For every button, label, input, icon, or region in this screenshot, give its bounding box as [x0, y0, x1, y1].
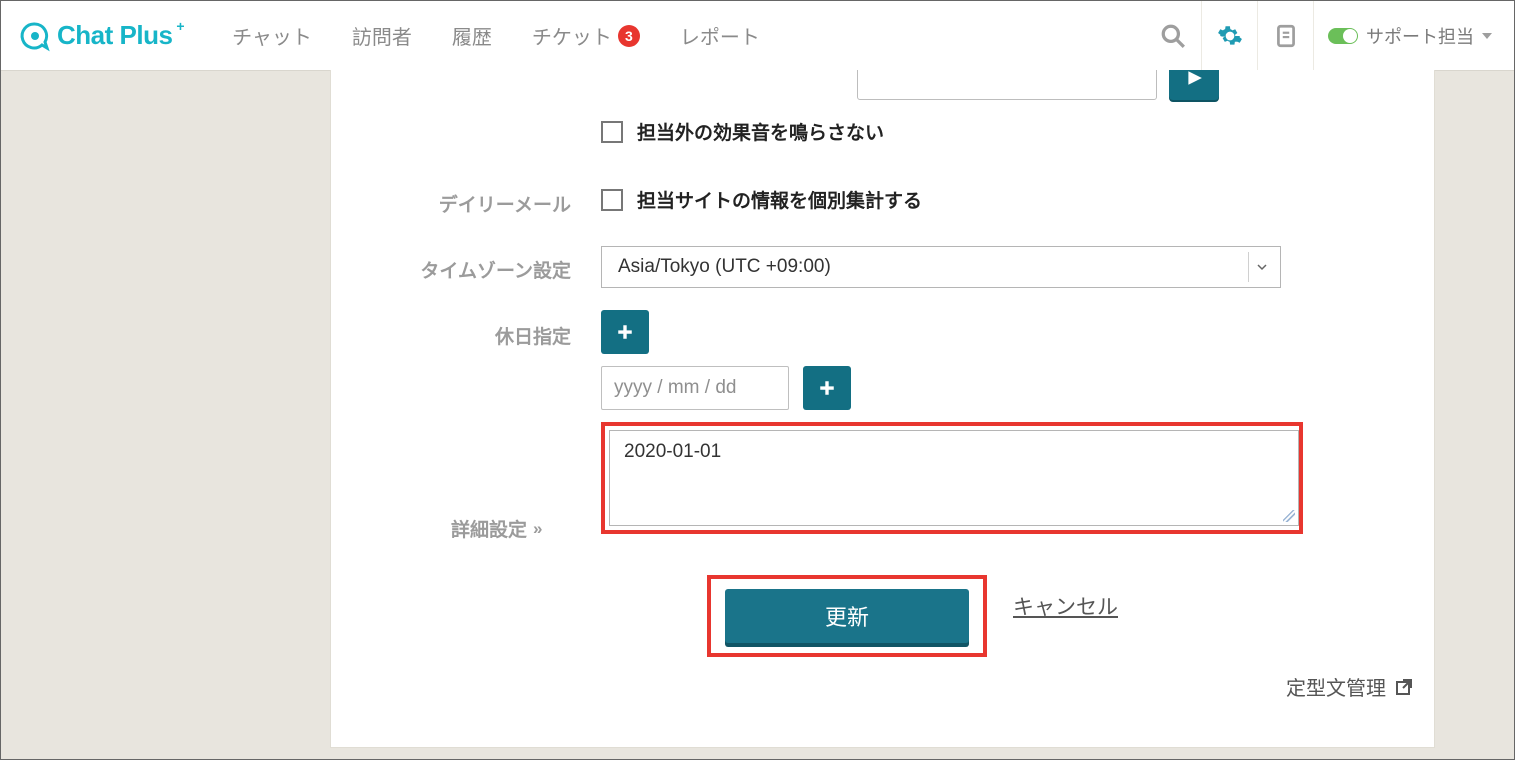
advanced-settings-row: 詳細設定 » — [331, 515, 540, 542]
cancel-link[interactable]: キャンセル — [1013, 575, 1118, 621]
support-role-label: サポート担当 — [1366, 23, 1474, 49]
ticket-count-badge: 3 — [618, 25, 640, 47]
advanced-settings-toggle[interactable]: 詳細設定 » — [331, 515, 540, 542]
partial-play-button[interactable] — [1169, 70, 1219, 100]
search-button[interactable] — [1145, 1, 1201, 71]
daily-mail-label: デイリーメール — [331, 186, 601, 217]
settings-panel: 担当外の効果音を鳴らさない デイリーメール 担当サイトの情報を個別集計する タイ… — [330, 70, 1435, 748]
select-arrow-icon — [1248, 252, 1274, 282]
template-management-label: 定型文管理 — [1286, 672, 1386, 701]
app-header: Chat Plus+ チャット 訪問者 履歴 チケット 3 レポート サポート担… — [1, 1, 1514, 71]
submit-button-highlight: 更新 — [707, 575, 987, 657]
nav-visitors[interactable]: 訪問者 — [334, 11, 430, 60]
nav-history[interactable]: 履歴 — [434, 11, 510, 60]
caret-down-icon — [1482, 33, 1492, 39]
daily-mail-checkbox[interactable] — [601, 189, 623, 211]
nav-report[interactable]: レポート — [662, 11, 778, 60]
sound-checkbox-label: 担当外の効果音を鳴らさない — [637, 118, 884, 145]
timezone-value: Asia/Tokyo (UTC +09:00) — [618, 256, 831, 278]
holiday-list-textarea[interactable]: 2020-01-01 — [609, 430, 1299, 526]
daily-mail-row: デイリーメール 担当サイトの情報を個別集計する — [331, 186, 1434, 217]
logo-text: Chat Plus — [57, 20, 172, 51]
holiday-row: 休日指定 yyyy / mm / dd 2020-01-01 — [331, 310, 1434, 534]
form-buttons-row: 更新 キャンセル — [331, 575, 1434, 657]
gear-icon — [1217, 23, 1243, 49]
holiday-add-date-button[interactable] — [803, 366, 851, 410]
holiday-date-input[interactable]: yyyy / mm / dd — [601, 366, 789, 410]
template-management-link[interactable]: 定型文管理 — [1286, 672, 1414, 701]
chevron-double-right-icon: » — [533, 519, 540, 539]
footer-link-row: 定型文管理 — [1286, 672, 1414, 701]
logo-plus-icon: + — [176, 18, 184, 34]
chat-bubble-icon — [19, 20, 51, 52]
search-icon — [1160, 23, 1186, 49]
sound-checkbox[interactable] — [601, 121, 623, 143]
timezone-row: タイムゾーン設定 Asia/Tokyo (UTC +09:00) — [331, 246, 1434, 288]
play-icon — [1185, 70, 1203, 87]
status-toggle-icon — [1328, 28, 1358, 44]
partial-top-row — [331, 70, 1434, 100]
holiday-textarea-highlight: 2020-01-01 — [601, 422, 1303, 534]
plus-icon — [616, 323, 634, 341]
sound-row: 担当外の効果音を鳴らさない — [331, 118, 1434, 145]
nav-ticket-label: チケット — [532, 21, 612, 50]
nav-chat[interactable]: チャット — [214, 11, 330, 60]
header-action-icons: サポート担当 — [1145, 1, 1506, 71]
holiday-label: 休日指定 — [331, 310, 601, 349]
submit-button[interactable]: 更新 — [725, 589, 969, 643]
app-logo[interactable]: Chat Plus+ — [19, 20, 186, 52]
holiday-add-top-button[interactable] — [601, 310, 649, 354]
document-button[interactable] — [1257, 1, 1313, 71]
settings-button[interactable] — [1201, 1, 1257, 71]
advanced-settings-label: 詳細設定 — [451, 515, 527, 542]
plus-icon — [818, 379, 836, 397]
timezone-select[interactable]: Asia/Tokyo (UTC +09:00) — [601, 246, 1281, 288]
nav-ticket[interactable]: チケット 3 — [514, 11, 658, 60]
document-icon — [1273, 23, 1299, 49]
daily-mail-checkbox-label: 担当サイトの情報を個別集計する — [637, 186, 922, 213]
main-nav: チャット 訪問者 履歴 チケット 3 レポート — [214, 11, 778, 60]
support-role-dropdown[interactable]: サポート担当 — [1313, 1, 1506, 71]
external-link-icon — [1394, 677, 1414, 697]
partial-input[interactable] — [857, 70, 1157, 100]
timezone-label: タイムゾーン設定 — [331, 246, 601, 283]
